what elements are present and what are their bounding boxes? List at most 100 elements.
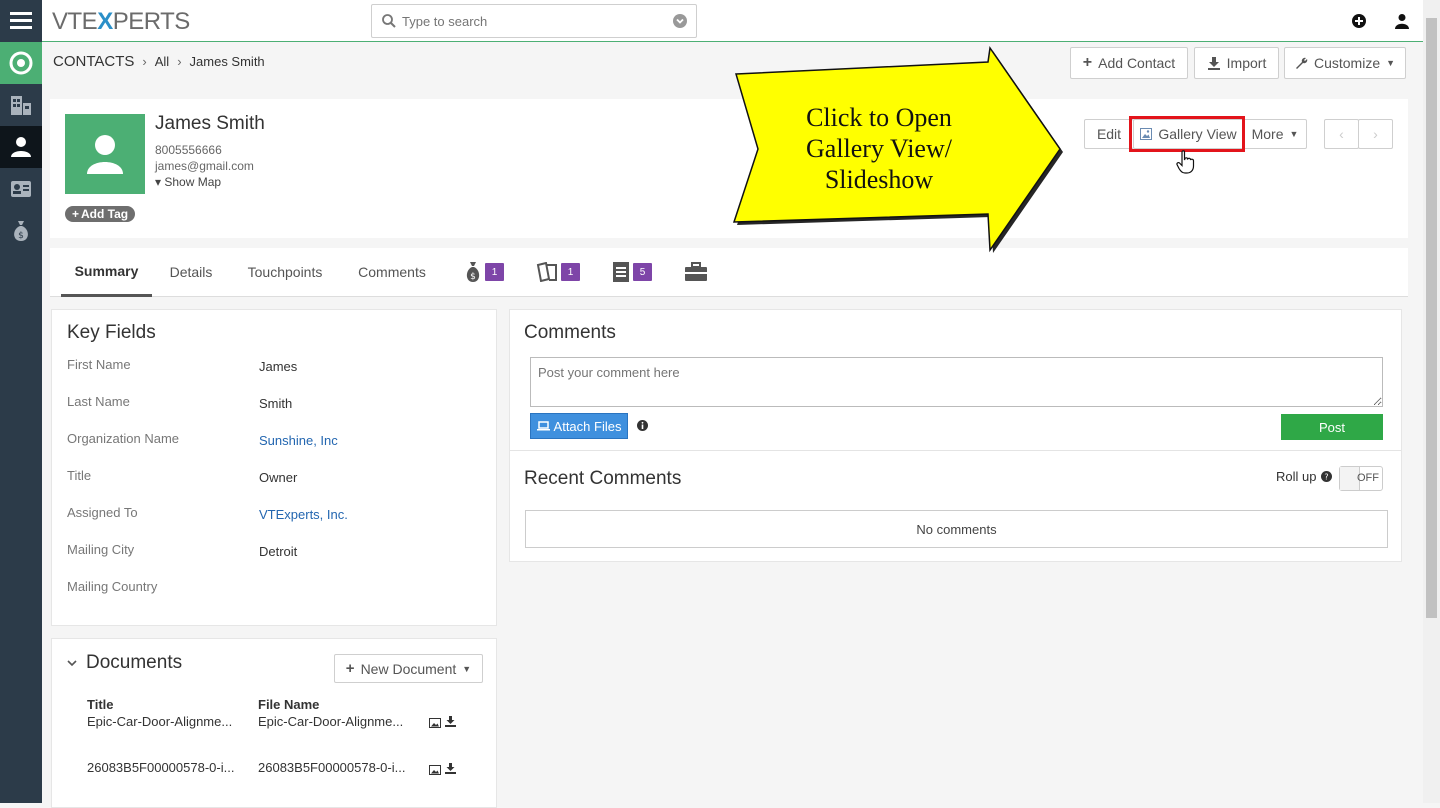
- plus-icon: +: [1082, 54, 1093, 71]
- global-search[interactable]: [371, 4, 697, 38]
- tab-comments[interactable]: Comments: [348, 248, 436, 296]
- search-input[interactable]: [400, 12, 660, 30]
- no-comments-message: No comments: [525, 510, 1388, 548]
- tab-summary-label: Summary: [74, 263, 139, 279]
- documents-panel: Documents + New Document ▼ Title File Na…: [51, 638, 497, 808]
- edit-label: Edit: [1096, 126, 1122, 142]
- logo-text-right: PERTS: [112, 8, 191, 35]
- record-email[interactable]: james@gmail.com: [155, 159, 254, 173]
- documents-title: Documents: [86, 652, 183, 673]
- field-value-first-name[interactable]: James: [259, 359, 297, 374]
- add-tag-label: Add Tag: [81, 207, 129, 221]
- post-comment-button[interactable]: Post: [1281, 414, 1383, 440]
- hamburger-menu-icon[interactable]: [0, 0, 42, 42]
- customize-label: Customize: [1313, 55, 1381, 71]
- tab-comments-label: Comments: [358, 264, 426, 280]
- contact-card-icon[interactable]: [0, 168, 42, 210]
- field-label-assigned-to: Assigned To: [67, 505, 138, 520]
- contacts-person-icon[interactable]: [0, 126, 42, 168]
- search-icon: [382, 14, 396, 28]
- svg-text:?: ?: [1325, 473, 1329, 482]
- recent-comments-title: Recent Comments: [524, 468, 682, 489]
- add-contact-button[interactable]: + Add Contact: [1070, 47, 1188, 79]
- show-map-link[interactable]: ▾ Show Map: [155, 175, 221, 189]
- organizations-building-icon[interactable]: [0, 84, 42, 126]
- home-dashboard-icon[interactable]: [0, 42, 42, 84]
- field-value-last-name[interactable]: Smith: [259, 396, 292, 411]
- download-icon[interactable]: [445, 715, 456, 730]
- plus-icon: +: [345, 660, 355, 677]
- field-value-title[interactable]: Owner: [259, 470, 297, 485]
- chevron-right-icon: ›: [1373, 126, 1378, 142]
- tab-summary[interactable]: Summary: [61, 248, 152, 297]
- comment-textarea[interactable]: [530, 357, 1383, 407]
- quick-create-plus-icon[interactable]: [1351, 13, 1367, 29]
- tab-details[interactable]: Details: [158, 248, 224, 296]
- wrench-icon: [1295, 57, 1308, 69]
- more-actions-button[interactable]: More ▼: [1243, 119, 1307, 149]
- document-title-link[interactable]: 26083B5F00000578-0-i...: [87, 760, 234, 775]
- import-label: Import: [1226, 55, 1267, 71]
- attach-files-button[interactable]: Attach Files: [530, 413, 628, 439]
- person-avatar-icon: [87, 135, 123, 174]
- tab-tickets[interactable]: 1: [533, 248, 583, 296]
- caret-down-icon: ▼: [1386, 58, 1396, 68]
- page-scrollbar[interactable]: [1423, 0, 1440, 803]
- tab-deals[interactable]: $ 1: [460, 248, 508, 296]
- rollup-toggle[interactable]: OFF: [1339, 466, 1383, 491]
- documents-count-badge: 5: [633, 263, 652, 281]
- field-value-organization-link[interactable]: Sunshine, Inc: [259, 433, 338, 448]
- attach-files-label: Attach Files: [553, 418, 622, 434]
- documents-col-filename: File Name: [258, 697, 320, 712]
- logo-text-x: X: [97, 8, 113, 35]
- field-value-mailing-city[interactable]: Detroit: [259, 544, 297, 559]
- new-document-label: New Document: [360, 660, 457, 677]
- edit-button[interactable]: Edit: [1084, 119, 1134, 149]
- rollup-label: Roll up: [1276, 469, 1317, 484]
- customize-button[interactable]: Customize ▼: [1284, 47, 1406, 79]
- field-value-assigned-to-link[interactable]: VTExperts, Inc.: [259, 507, 348, 522]
- breadcrumb-module[interactable]: CONTACTS: [53, 53, 134, 70]
- tab-touchpoints[interactable]: Touchpoints: [236, 248, 334, 296]
- field-label-last-name: Last Name: [67, 394, 130, 409]
- collapse-chevron-down-icon[interactable]: [67, 656, 77, 671]
- search-options-chevron-icon[interactable]: [673, 14, 687, 28]
- map-marker-icon: ▾: [155, 175, 162, 189]
- record-phone[interactable]: 8005556666: [155, 143, 222, 157]
- user-profile-icon[interactable]: [1394, 13, 1410, 29]
- help-question-icon[interactable]: ?: [1321, 471, 1333, 482]
- vtexperts-logo[interactable]: VTEXPERTS: [52, 8, 190, 36]
- document-title-link[interactable]: Epic-Car-Door-Alignme...: [87, 714, 232, 729]
- tab-details-label: Details: [169, 264, 213, 280]
- image-preview-icon[interactable]: [429, 763, 441, 778]
- breadcrumb: CONTACTS › All › James Smith: [53, 53, 265, 70]
- scrollbar-thumb[interactable]: [1426, 18, 1437, 618]
- next-record-button[interactable]: ›: [1358, 119, 1393, 149]
- tab-touchpoints-label: Touchpoints: [247, 264, 323, 280]
- import-button[interactable]: Import: [1194, 47, 1279, 79]
- download-icon[interactable]: [445, 762, 456, 777]
- add-tag-button[interactable]: + Add Tag: [65, 206, 136, 222]
- new-document-button[interactable]: + New Document ▼: [334, 654, 483, 683]
- post-label: Post: [1318, 419, 1345, 435]
- comments-title: Comments: [524, 322, 616, 343]
- deals-moneybag-icon[interactable]: $: [0, 210, 42, 252]
- image-preview-icon[interactable]: [429, 716, 441, 731]
- caret-down-icon: ▼: [462, 663, 472, 674]
- key-fields-title: Key Fields: [67, 322, 156, 343]
- tab-projects[interactable]: [680, 248, 712, 296]
- key-fields-panel: Key Fields First Name James Last Name Sm…: [51, 309, 497, 626]
- divider: [510, 450, 1401, 451]
- field-label-mailing-city: Mailing City: [67, 542, 135, 557]
- info-circle-icon[interactable]: [637, 419, 648, 434]
- previous-record-button[interactable]: ‹: [1324, 119, 1359, 149]
- tickets-icon: [536, 262, 557, 282]
- tab-documents[interactable]: 5: [608, 248, 656, 296]
- comments-panel: Comments Attach Files Post Recent Commen…: [509, 309, 1402, 562]
- callout-line-1: Click to Open: [806, 103, 952, 132]
- rollup-label-group: Roll up ?: [1276, 469, 1333, 484]
- plus-circle-icon: +: [72, 207, 80, 221]
- chevron-left-icon: ‹: [1339, 126, 1344, 142]
- breadcrumb-filter[interactable]: All: [155, 54, 169, 69]
- document-filename: Epic-Car-Door-Alignme...: [258, 714, 404, 729]
